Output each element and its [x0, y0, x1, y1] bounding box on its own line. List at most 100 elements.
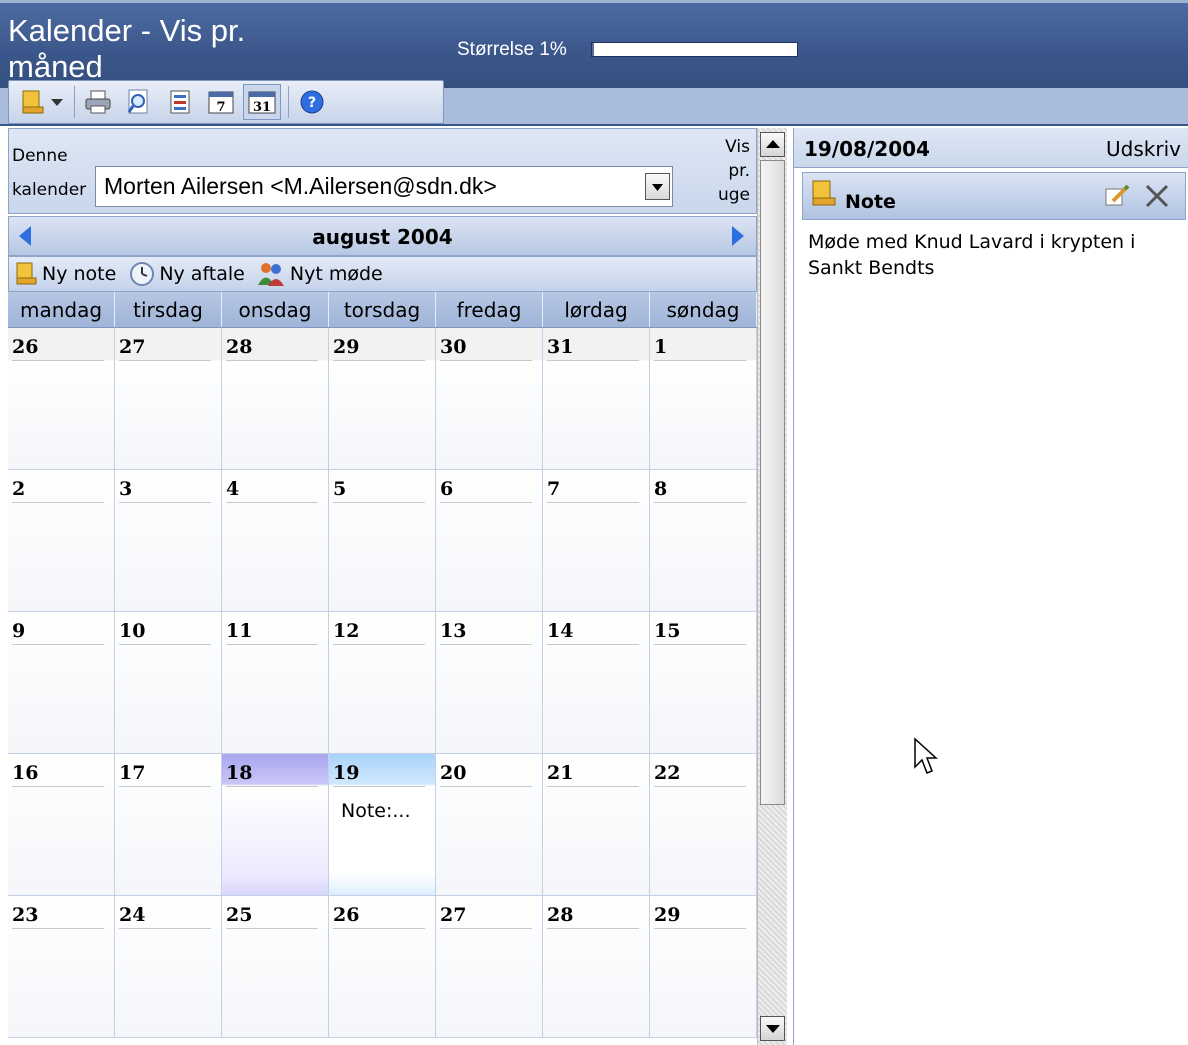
day-number[interactable]: 5 — [333, 478, 346, 500]
day-divider — [226, 502, 318, 503]
day-number[interactable]: 29 — [333, 336, 359, 358]
day-cell[interactable]: 27 — [436, 896, 543, 1038]
new-appointment-action[interactable]: Ny aftale — [128, 260, 245, 288]
vertical-scrollbar[interactable] — [757, 128, 787, 1045]
day-cell[interactable]: 6 — [436, 470, 543, 612]
day-number[interactable]: 4 — [226, 478, 239, 500]
day-number[interactable]: 27 — [119, 336, 145, 358]
day-cell[interactable]: 22 — [650, 754, 757, 896]
day-number[interactable]: 26 — [333, 904, 359, 926]
new-meeting-label: Nyt møde — [289, 263, 383, 285]
day-cell[interactable]: 11 — [222, 612, 329, 754]
day-divider — [119, 786, 211, 787]
day-number[interactable]: 25 — [226, 904, 252, 926]
day-number[interactable]: 1 — [654, 336, 667, 358]
day-cell[interactable]: 4 — [222, 470, 329, 612]
week-view-button[interactable]: 7 — [202, 84, 240, 120]
day-cell[interactable]: 29 — [650, 896, 757, 1038]
month-view-button[interactable]: 31 — [243, 84, 281, 120]
day-cell[interactable]: 26 — [329, 896, 436, 1038]
day-number[interactable]: 7 — [547, 478, 560, 500]
day-cell[interactable]: 21 — [543, 754, 650, 896]
owner-select[interactable]: Morten Ailersen <M.Ailersen@sdn.dk> — [95, 166, 673, 207]
day-number[interactable]: 2 — [12, 478, 25, 500]
day-number[interactable]: 6 — [440, 478, 453, 500]
day-number[interactable]: 17 — [119, 762, 145, 784]
day-number[interactable]: 14 — [547, 620, 573, 642]
day-number[interactable]: 10 — [119, 620, 145, 642]
day-number[interactable]: 23 — [12, 904, 38, 926]
day-number[interactable]: 3 — [119, 478, 132, 500]
day-number[interactable]: 28 — [226, 336, 252, 358]
day-number[interactable]: 16 — [12, 762, 38, 784]
day-divider — [12, 928, 104, 929]
new-note-dropdown[interactable] — [47, 84, 67, 120]
day-cell[interactable]: 1 — [650, 328, 757, 470]
day-number[interactable]: 8 — [654, 478, 667, 500]
day-cell[interactable]: 18 — [222, 754, 329, 896]
day-cell[interactable]: 27 — [115, 328, 222, 470]
help-button[interactable]: ? — [293, 84, 331, 120]
day-cell[interactable]: 26 — [8, 328, 115, 470]
day-cell[interactable]: 2 — [8, 470, 115, 612]
day-number[interactable]: 13 — [440, 620, 466, 642]
day-cell[interactable]: 28 — [543, 896, 650, 1038]
day-cell[interactable]: 7 — [543, 470, 650, 612]
day-cell[interactable]: 9 — [8, 612, 115, 754]
edit-note-button[interactable] — [1103, 183, 1131, 213]
day-number[interactable]: 24 — [119, 904, 145, 926]
print-preview-button[interactable] — [120, 84, 158, 120]
day-note-entry[interactable]: Note:... — [341, 800, 411, 822]
scroll-up-button[interactable] — [760, 132, 785, 157]
day-cell[interactable]: 5 — [329, 470, 436, 612]
day-cell[interactable]: 17 — [115, 754, 222, 896]
scroll-down-button[interactable] — [760, 1016, 785, 1041]
day-number[interactable]: 30 — [440, 336, 466, 358]
print-button[interactable] — [79, 84, 117, 120]
next-month-arrow-icon[interactable] — [732, 226, 744, 246]
day-number[interactable]: 15 — [654, 620, 680, 642]
owner-select-dropdown[interactable] — [645, 173, 670, 200]
day-number[interactable]: 18 — [226, 762, 252, 784]
day-cell[interactable]: 24 — [115, 896, 222, 1038]
day-number[interactable]: 11 — [226, 620, 252, 642]
day-cell[interactable]: 28 — [222, 328, 329, 470]
svg-text:31: 31 — [253, 100, 271, 115]
scroll-thumb[interactable] — [760, 160, 785, 805]
weekday-header: mandag — [8, 292, 115, 327]
day-cell[interactable]: 19 Note:... — [329, 754, 436, 896]
day-cell[interactable]: 3 — [115, 470, 222, 612]
day-cell[interactable]: 30 — [436, 328, 543, 470]
day-cell[interactable]: 10 — [115, 612, 222, 754]
export-button[interactable] — [161, 84, 199, 120]
day-cell[interactable]: 20 — [436, 754, 543, 896]
print-link[interactable]: Udskriv — [1106, 137, 1181, 161]
day-number[interactable]: 29 — [654, 904, 680, 926]
weekday-header: lørdag — [543, 292, 650, 327]
day-number[interactable]: 26 — [12, 336, 38, 358]
day-number[interactable]: 19 — [333, 762, 359, 784]
day-cell[interactable]: 15 — [650, 612, 757, 754]
week-view-link[interactable]: Vis pr. uge — [710, 135, 750, 207]
delete-note-button[interactable] — [1143, 182, 1171, 214]
day-number[interactable]: 9 — [12, 620, 25, 642]
day-cell[interactable]: 31 — [543, 328, 650, 470]
day-cell[interactable]: 23 — [8, 896, 115, 1038]
day-number[interactable]: 12 — [333, 620, 359, 642]
day-cell[interactable]: 29 — [329, 328, 436, 470]
day-cell[interactable]: 14 — [543, 612, 650, 754]
day-cell[interactable]: 13 — [436, 612, 543, 754]
new-meeting-action[interactable]: Nyt møde — [255, 260, 383, 288]
day-cell[interactable]: 25 — [222, 896, 329, 1038]
day-cell[interactable]: 8 — [650, 470, 757, 612]
day-number[interactable]: 22 — [654, 762, 680, 784]
day-number[interactable]: 31 — [547, 336, 573, 358]
day-number[interactable]: 28 — [547, 904, 573, 926]
new-note-button[interactable] — [17, 84, 47, 120]
day-number[interactable]: 20 — [440, 762, 466, 784]
day-cell[interactable]: 16 — [8, 754, 115, 896]
new-note-action[interactable]: Ny note — [13, 261, 116, 287]
day-number[interactable]: 21 — [547, 762, 573, 784]
day-cell[interactable]: 12 — [329, 612, 436, 754]
day-number[interactable]: 27 — [440, 904, 466, 926]
